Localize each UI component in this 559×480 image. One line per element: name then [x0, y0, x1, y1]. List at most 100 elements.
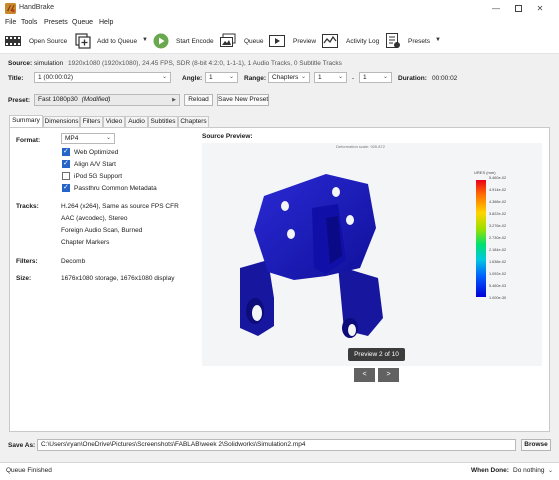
- tracks-label: Tracks:: [16, 203, 39, 210]
- minimize-icon: —: [492, 4, 500, 13]
- preset-select[interactable]: Fast 1080p30 (Modified) ▶: [34, 94, 180, 106]
- queue-button[interactable]: Queue: [244, 38, 264, 45]
- legend-tick: 1.000e-30: [489, 296, 507, 300]
- close-window-button[interactable]: ✕: [530, 2, 550, 15]
- menu-presets[interactable]: Presets: [44, 19, 68, 26]
- source-name: simulation: [34, 60, 64, 67]
- chevron-down-icon: ⌄: [382, 74, 388, 80]
- add-to-queue-button[interactable]: Add to Queue: [97, 38, 137, 45]
- presets-icon: [386, 33, 400, 48]
- legend-ticks: 5.460e-02 4.914e-02 4.368e-02 3.822e-02 …: [489, 176, 529, 300]
- ipod-5g-support-checkbox[interactable]: [62, 172, 70, 180]
- legend-color-scale: [476, 180, 486, 297]
- film-open-source-icon: [5, 36, 21, 46]
- chevron-down-icon: ⌄: [337, 74, 343, 80]
- range-type-value: Chapters: [272, 74, 299, 81]
- preview-next-button[interactable]: >: [378, 368, 399, 382]
- range-type-select[interactable]: Chapters ⌄: [268, 72, 310, 83]
- passthru-metadata-label: Passthru Common Metadata: [74, 185, 157, 192]
- chevron-down-icon: ⌄: [228, 74, 234, 80]
- maximize-button[interactable]: [508, 2, 528, 15]
- menu-help[interactable]: Help: [99, 19, 113, 26]
- minimize-button[interactable]: —: [486, 2, 506, 15]
- format-select[interactable]: MP4 ⌄: [61, 133, 115, 144]
- tab-chapters[interactable]: Chapters: [178, 116, 209, 127]
- format-value: MP4: [65, 135, 79, 142]
- tab-dimensions[interactable]: Dimensions: [43, 116, 80, 127]
- track-subtitles: Foreign Audio Scan, Burned: [61, 227, 143, 234]
- track-video: H.264 (x264), Same as source FPS CFR: [61, 203, 179, 210]
- menu-queue[interactable]: Queue: [72, 19, 93, 26]
- add-to-queue-icon: [75, 33, 91, 49]
- tab-video[interactable]: Video: [103, 116, 125, 127]
- track-audio: AAC (avcodec), Stereo: [61, 215, 128, 222]
- align-av-start-label: Align A/V Start: [74, 161, 116, 168]
- when-done-label: When Done:: [471, 467, 509, 474]
- title-value: 1 (00:00:02): [38, 74, 74, 81]
- legend-tick: 3.822e-02: [489, 212, 507, 216]
- ipod-5g-support-label: iPod 5G Support: [74, 173, 123, 180]
- start-encode-button[interactable]: Start Encode: [176, 38, 214, 45]
- save-as-path-input[interactable]: C:\Users\ryan\OneDrive\Pictures\Screensh…: [37, 439, 516, 451]
- passthru-metadata-checkbox[interactable]: [62, 183, 70, 192]
- range-start-value: 1: [318, 74, 322, 81]
- preview-prev-button[interactable]: <: [354, 368, 375, 382]
- start-encode-icon: [153, 33, 169, 49]
- angle-label: Angle:: [182, 75, 203, 82]
- range-end-select[interactable]: 1 ⌄: [359, 72, 392, 83]
- preset-modified: (Modified): [81, 96, 111, 103]
- title-label: Title:: [8, 75, 24, 82]
- simulation-part-render: [240, 174, 383, 338]
- close-icon: ✕: [536, 4, 544, 13]
- menu-tools[interactable]: Tools: [21, 19, 37, 26]
- add-to-queue-dropdown-icon[interactable]: ▼: [142, 37, 148, 43]
- range-dash: -: [352, 75, 355, 82]
- legend-tick: 2.184e-02: [489, 248, 507, 252]
- legend-tick: 5.460e-03: [489, 284, 507, 288]
- web-optimized-checkbox[interactable]: [62, 147, 70, 156]
- preview-counter-badge: Preview 2 of 10: [348, 348, 405, 361]
- filters-value: Decomb: [61, 258, 86, 265]
- chevron-down-icon: ⌄: [300, 74, 306, 80]
- title-select[interactable]: 1 (00:00:02) ⌄: [34, 72, 171, 83]
- size-value: 1676x1080 storage, 1676x1080 display: [61, 275, 175, 282]
- legend-tick: 2.730e-02: [489, 236, 507, 240]
- tab-subtitles[interactable]: Subtitles: [148, 116, 178, 127]
- handbrake-app-icon: [5, 3, 16, 14]
- preview-icon: [269, 35, 285, 47]
- size-label: Size:: [16, 275, 32, 282]
- legend-tick: 1.638e-02: [489, 260, 507, 264]
- title-bar: [0, 0, 559, 17]
- menu-file[interactable]: File: [5, 19, 16, 26]
- legend-tick: 4.368e-02: [489, 200, 507, 204]
- legend-tick: 5.460e-02: [489, 176, 507, 180]
- save-new-preset-button[interactable]: Save New Preset: [217, 94, 269, 106]
- tab-summary[interactable]: Summary: [9, 115, 43, 127]
- activity-log-icon: [322, 34, 338, 48]
- save-as-label: Save As:: [8, 442, 36, 449]
- angle-select[interactable]: 1 ⌄: [205, 72, 238, 83]
- when-done-select[interactable]: Do nothing: [513, 467, 544, 474]
- maximize-icon: [514, 5, 522, 12]
- open-source-button[interactable]: Open Source: [29, 38, 67, 45]
- filters-label: Filters:: [16, 258, 38, 265]
- preset-label: Preset:: [8, 97, 31, 104]
- chevron-down-icon[interactable]: ⌄: [548, 467, 553, 474]
- tab-filters[interactable]: Filters: [80, 116, 103, 127]
- range-start-select[interactable]: 1 ⌄: [314, 72, 347, 83]
- source-preview-heading: Source Preview:: [202, 133, 253, 140]
- deformation-scale-text: Deformation scale: 926.872: [336, 144, 385, 149]
- tab-audio[interactable]: Audio: [125, 116, 148, 127]
- angle-value: 1: [209, 74, 213, 81]
- activity-log-button[interactable]: Activity Log: [346, 38, 379, 45]
- presets-dropdown-icon[interactable]: ▼: [435, 37, 441, 43]
- queue-icon: [220, 33, 236, 47]
- browse-button[interactable]: Browse: [521, 439, 551, 451]
- presets-button[interactable]: Presets: [408, 38, 430, 45]
- legend-tick: 3.276e-02: [489, 224, 507, 228]
- range-label: Range:: [244, 75, 267, 82]
- align-av-start-checkbox[interactable]: [62, 159, 70, 168]
- reload-preset-button[interactable]: Reload: [184, 94, 213, 106]
- preview-button[interactable]: Preview: [293, 38, 316, 45]
- format-label: Format:: [16, 137, 41, 144]
